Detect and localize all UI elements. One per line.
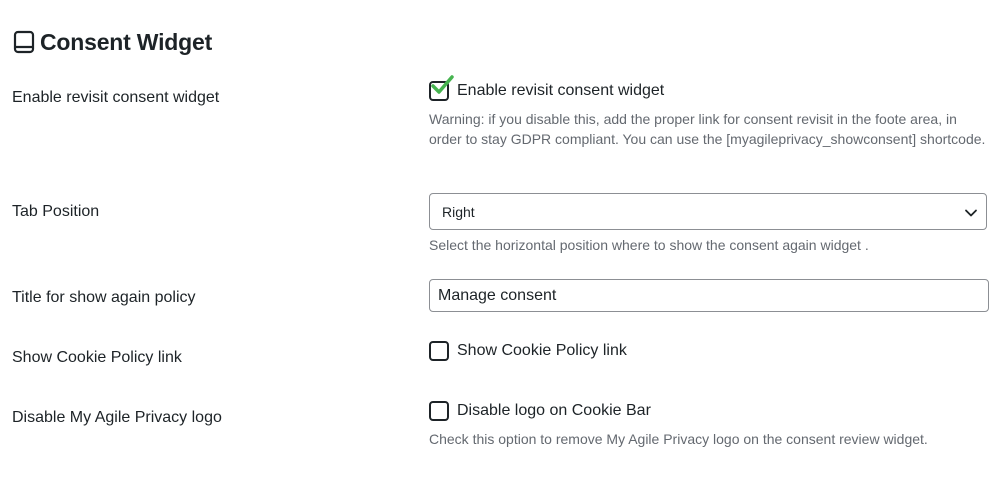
disable-logo-row-label: Disable My Agile Privacy logo	[12, 409, 222, 426]
cookie-policy-row-label: Show Cookie Policy link	[12, 349, 182, 366]
title-policy-input[interactable]	[429, 279, 989, 312]
cookie-policy-checkbox-line[interactable]: Show Cookie Policy link	[429, 340, 627, 362]
revisit-checkbox[interactable]	[429, 75, 454, 101]
section-title: Consent Widget	[40, 28, 213, 55]
revisit-row-label: Enable revisit consent widget	[12, 89, 220, 106]
title-policy-label: Title for show again policy	[12, 289, 196, 306]
revisit-checkbox-line[interactable]: Enable revisit consent widget	[429, 75, 664, 102]
disable-logo-help-text: Check this option to remove My Agile Pri…	[429, 431, 928, 447]
tablet-icon	[12, 30, 36, 54]
tab-position-label: Tab Position	[12, 203, 100, 220]
checkmark-icon	[431, 75, 454, 94]
revisit-checkbox-label[interactable]: Enable revisit consent widget	[457, 81, 664, 101]
cookie-policy-checkbox-label[interactable]: Show Cookie Policy link	[457, 341, 627, 361]
disable-logo-checkbox-label[interactable]: Disable logo on Cookie Bar	[457, 401, 651, 421]
revisit-warning-text: Warning: if you disable this, add the pr…	[429, 111, 986, 147]
consent-widget-settings: Consent Widget Enable revisit consent wi…	[0, 0, 1000, 499]
tab-position-help-text: Select the horizontal position where to …	[429, 237, 869, 253]
disable-logo-checkbox-line[interactable]: Disable logo on Cookie Bar	[429, 400, 651, 422]
cookie-policy-checkbox[interactable]	[429, 341, 449, 361]
chevron-down-icon	[964, 206, 978, 220]
disable-logo-checkbox[interactable]	[429, 401, 449, 421]
section-heading: Consent Widget	[12, 27, 212, 57]
tab-position-select[interactable]: Right	[429, 193, 987, 230]
tab-position-selected-value: Right	[442, 204, 475, 220]
